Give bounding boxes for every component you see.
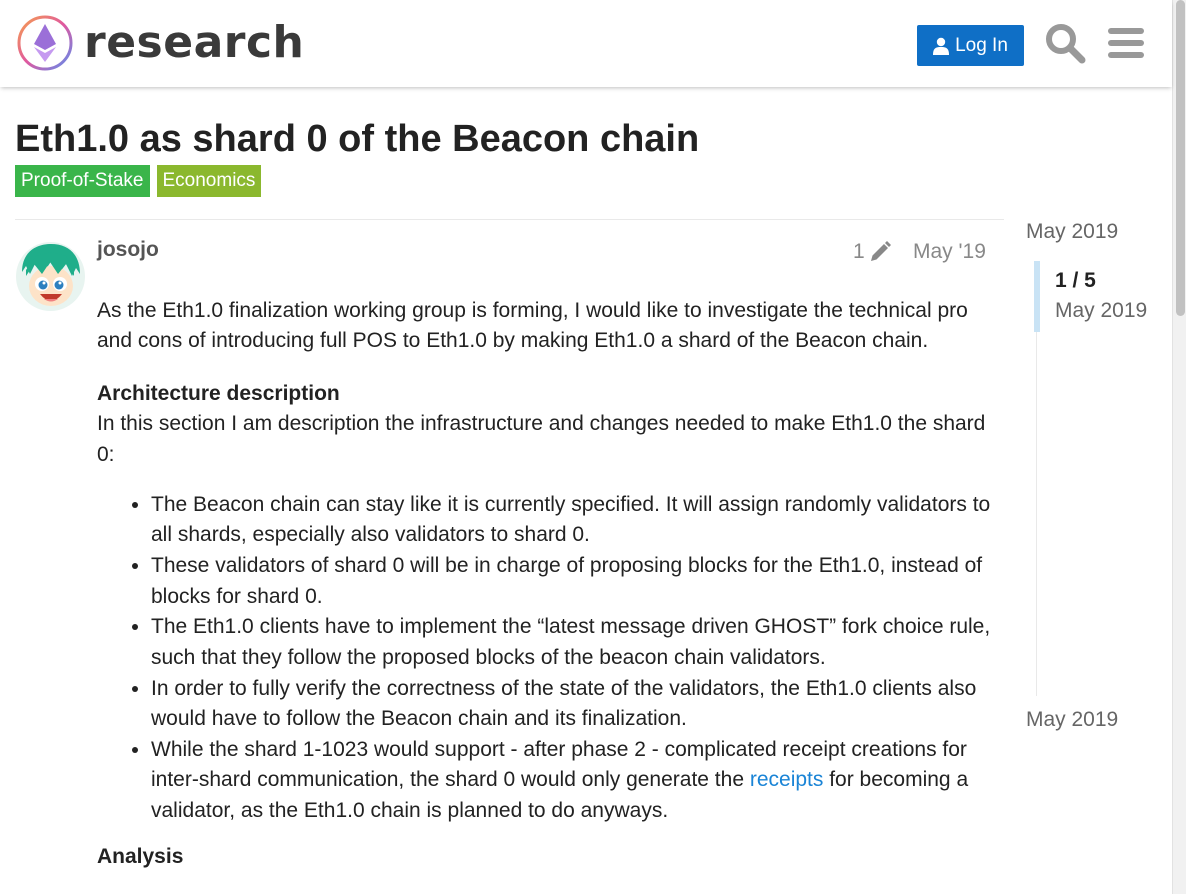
scrollbar-thumb[interactable] <box>1176 0 1185 316</box>
logo-text: research <box>84 17 305 68</box>
list-item: In order to fully verify the correctness… <box>151 674 992 735</box>
topic-title[interactable]: Eth1.0 as shard 0 of the Beacon chain <box>15 118 699 161</box>
analysis-heading: Analysis <box>97 845 184 869</box>
architecture-heading: Architecture description <box>97 381 340 405</box>
site-header: research Log In <box>0 0 1172 87</box>
architecture-section: Architecture description In this section… <box>97 379 992 470</box>
pencil-icon <box>870 241 891 261</box>
list-item: While the shard 1-1023 would support - a… <box>151 735 992 826</box>
topic-divider <box>15 219 1004 220</box>
page-scrollbar[interactable] <box>1172 0 1186 894</box>
user-avatar-icon <box>16 242 85 311</box>
login-button[interactable]: Log In <box>917 25 1024 66</box>
site-logo[interactable]: research <box>16 14 304 72</box>
post-date[interactable]: May '19 <box>913 240 986 264</box>
post-username[interactable]: josojo <box>97 238 159 262</box>
search-icon[interactable] <box>1044 22 1086 64</box>
timeline-position: 1 / 5 <box>1055 269 1096 292</box>
list-item: The Eth1.0 clients have to implement the… <box>151 612 992 673</box>
list-item: The Beacon chain can stay like it is cur… <box>151 490 992 551</box>
ethereum-research-logo-icon <box>17 15 73 71</box>
topic-tags: Proof-of-Stake Economics <box>15 165 262 197</box>
hamburger-menu-icon[interactable] <box>1107 26 1145 60</box>
list-item: These validators of shard 0 will be in c… <box>151 551 992 612</box>
receipts-link[interactable]: receipts <box>750 768 824 791</box>
tag-economics[interactable]: Economics <box>156 165 262 197</box>
user-icon <box>933 37 950 55</box>
architecture-text: In this section I am description the inf… <box>97 412 986 466</box>
architecture-list: The Beacon chain can stay like it is cur… <box>151 490 992 826</box>
tag-proof-of-stake[interactable]: Proof-of-Stake <box>15 165 150 197</box>
avatar[interactable] <box>16 242 85 311</box>
post-intro: As the Eth1.0 finalization working group… <box>97 299 968 353</box>
timeline-start-date[interactable]: May 2019 <box>1026 220 1118 244</box>
post-body: As the Eth1.0 finalization working group… <box>97 296 992 872</box>
timeline-end-date[interactable]: May 2019 <box>1026 708 1118 732</box>
timeline-scroller-handle[interactable] <box>1034 261 1040 332</box>
login-label: Log In <box>955 34 1008 56</box>
edit-count: 1 <box>853 240 865 263</box>
post-edit-history[interactable]: 1 <box>853 240 891 264</box>
timeline-position-date: May 2019 <box>1055 299 1148 322</box>
